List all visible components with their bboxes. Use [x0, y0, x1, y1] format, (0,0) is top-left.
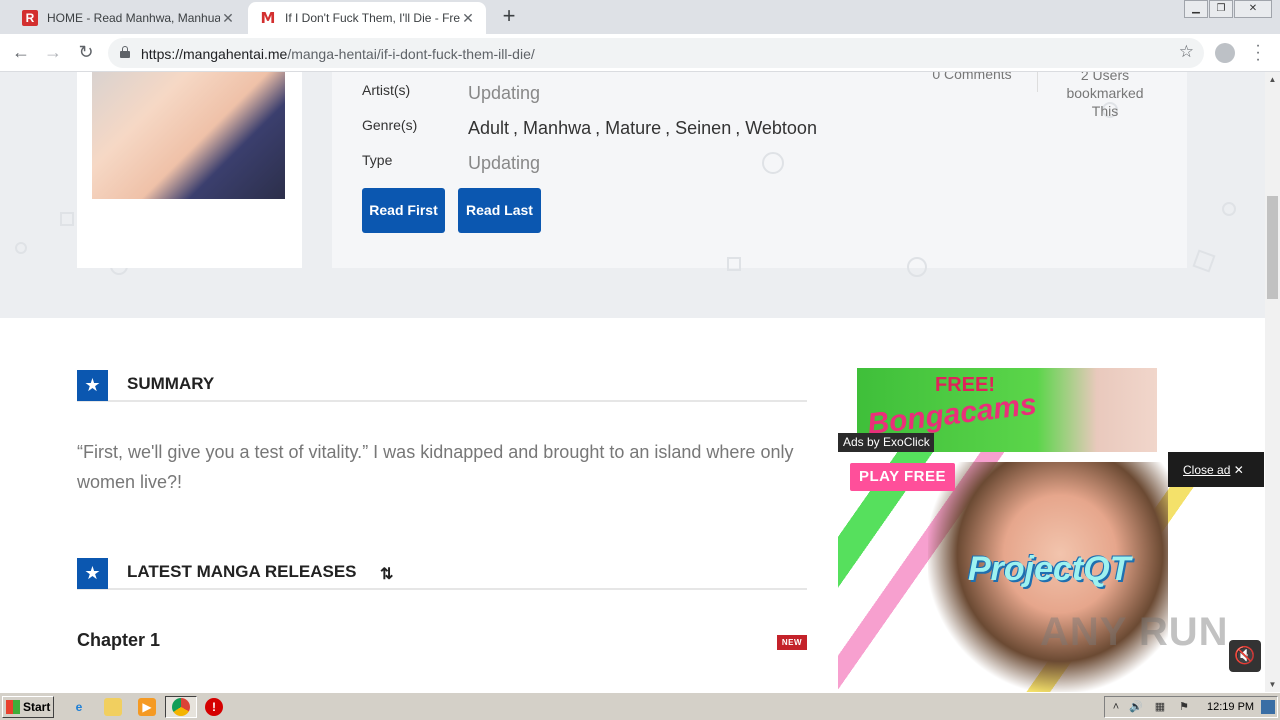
clock[interactable]: 12:19 PM — [1207, 701, 1254, 713]
cover-image[interactable] — [92, 72, 285, 199]
sort-icon[interactable]: ⇅ — [380, 564, 393, 584]
read-last-button[interactable]: Read Last — [458, 188, 541, 233]
overlay-ad[interactable]: PLAY FREE ProjectQT — [838, 452, 1264, 692]
page-scrollbar[interactable]: ▲ ▼ — [1265, 72, 1280, 692]
genre-link[interactable]: Adult — [468, 118, 509, 138]
genre-separator: , — [513, 118, 524, 138]
bookmarked-label: bookmarked — [1066, 85, 1144, 101]
chrome-icon — [172, 698, 190, 716]
manga-hero: 0 Comments 2 Users bookmarked This Artis… — [0, 72, 1265, 318]
restore-button[interactable]: ❐ — [1209, 0, 1233, 18]
close-ad-label: Close ad — [1183, 463, 1231, 477]
url-text[interactable]: https://mangahentai.me/manga-hentai/if-i… — [141, 46, 535, 62]
tab-home[interactable]: R HOME - Read Manhwa, Manhua, We ✕ — [10, 2, 246, 34]
tab-strip: R HOME - Read Manhwa, Manhua, We ✕ M If … — [0, 0, 1280, 34]
tab-favicon-icon: R — [22, 10, 38, 26]
media-player-icon[interactable]: ▶ — [138, 698, 156, 716]
windows-logo-icon — [6, 700, 20, 714]
reload-icon[interactable]: ↻ — [74, 40, 98, 64]
releases-heading: LATEST MANGA RELEASES — [127, 562, 357, 581]
genre-separator: , — [595, 118, 606, 138]
decor-shape — [727, 257, 741, 271]
forward-icon[interactable]: → — [41, 40, 65, 64]
close-icon[interactable]: ✕ — [460, 10, 476, 27]
genre-link[interactable]: Seinen — [675, 118, 731, 138]
flag-icon[interactable]: ⚑ — [1177, 700, 1191, 714]
decor-shape — [15, 242, 27, 254]
bookmarked-this: This — [1091, 103, 1119, 119]
tab-title: If I Don't Fuck Them, I'll Die - Free H — [285, 11, 460, 25]
bookmark-star-icon[interactable]: ☆ — [1179, 42, 1194, 62]
address-bar[interactable]: https://mangahentai.me/manga-hentai/if-i… — [108, 38, 1204, 68]
cover-card — [77, 72, 302, 268]
play-free-button[interactable]: PLAY FREE — [850, 463, 955, 491]
scroll-thumb[interactable] — [1267, 196, 1278, 299]
profile-avatar-icon[interactable] — [1215, 43, 1235, 63]
lock-icon — [120, 46, 130, 58]
window-close-button[interactable]: ✕ — [1234, 0, 1272, 18]
anyrun-watermark: ANY RUN — [1040, 610, 1229, 654]
genre-separator: , — [665, 118, 676, 138]
start-button[interactable]: Start — [2, 696, 54, 718]
genre-separator: , — [735, 118, 746, 138]
scroll-up-icon[interactable]: ▲ — [1265, 72, 1280, 87]
volume-icon[interactable]: 🔊 — [1129, 700, 1143, 714]
genre-link[interactable]: Manhwa — [523, 118, 591, 138]
tab-manga[interactable]: M If I Don't Fuck Them, I'll Die - Free … — [248, 2, 486, 34]
genre-link[interactable]: Webtoon — [745, 118, 817, 138]
type-label: Type — [362, 152, 393, 168]
summary-section-header: ★ SUMMARY — [77, 370, 807, 402]
windows-taskbar: Start e ▶ ! ˄ 🔊 ▦ ⚑ 12:19 PM — [0, 692, 1280, 720]
tab-favicon-icon: M — [260, 9, 276, 27]
bookmark-count: 2 Users bookmarked This — [1050, 72, 1160, 120]
menu-dots-icon[interactable]: · · · — [1252, 38, 1264, 68]
genre-label: Genre(s) — [362, 117, 418, 133]
scroll-down-icon[interactable]: ▼ — [1265, 677, 1280, 692]
read-first-button[interactable]: Read First — [362, 188, 445, 233]
close-ad-button[interactable]: Close ad ✕ — [1168, 452, 1264, 487]
releases-section-header: ★ LATEST MANGA RELEASES ⇅ — [77, 558, 807, 590]
ie-icon[interactable]: e — [70, 698, 88, 716]
mute-icon[interactable]: 🔇 — [1229, 640, 1261, 672]
new-tab-button[interactable]: + — [498, 5, 520, 27]
ad-game-logo: ProjectQT — [968, 550, 1131, 588]
summary-text: “First, we'll give you a test of vitalit… — [77, 442, 794, 492]
bookmark-users: 2 Users — [1080, 72, 1130, 83]
tray-expand-icon[interactable]: ˄ — [1109, 700, 1123, 714]
back-icon[interactable]: ← — [9, 40, 33, 64]
decor-shape — [1192, 249, 1216, 273]
new-badge: NEW — [777, 635, 807, 650]
decor-shape — [907, 257, 927, 277]
system-tray: ˄ 🔊 ▦ ⚑ 12:19 PM — [1104, 696, 1278, 718]
chrome-taskbar-button[interactable] — [165, 696, 197, 718]
chapter-link[interactable]: Chapter 1 — [77, 630, 160, 651]
genre-list: Adult, Manhwa, Mature, Seinen, Webtoon — [468, 118, 821, 139]
comments-count[interactable]: 0 Comments — [917, 72, 1027, 82]
stat-divider — [1037, 72, 1038, 92]
artist-value: Updating — [468, 83, 541, 103]
opera-icon[interactable]: ! — [205, 698, 223, 716]
summary-heading: SUMMARY — [127, 374, 215, 393]
genre-link[interactable]: Mature — [605, 118, 661, 138]
minimize-button[interactable]: ▁ — [1184, 0, 1208, 18]
decor-shape — [60, 212, 74, 226]
artist-label: Artist(s) — [362, 82, 411, 98]
star-icon: ★ — [77, 370, 108, 401]
star-icon: ★ — [77, 558, 108, 589]
network-icon[interactable]: ▦ — [1153, 700, 1167, 714]
start-label: Start — [23, 700, 51, 714]
close-icon[interactable]: ✕ — [220, 10, 236, 27]
browser-toolbar: ← → ↻ https://mangahentai.me/manga-henta… — [0, 34, 1280, 72]
decor-shape — [762, 152, 784, 174]
tab-title: HOME - Read Manhwa, Manhua, We — [47, 11, 220, 25]
ads-by-label[interactable]: Ads by ExoClick — [838, 433, 934, 452]
type-value: Updating — [468, 153, 541, 173]
decor-shape — [1222, 202, 1236, 216]
manga-info-panel: 0 Comments 2 Users bookmarked This Artis… — [332, 72, 1187, 277]
show-desktop-icon[interactable] — [1261, 700, 1275, 714]
folder-icon[interactable] — [104, 698, 122, 716]
